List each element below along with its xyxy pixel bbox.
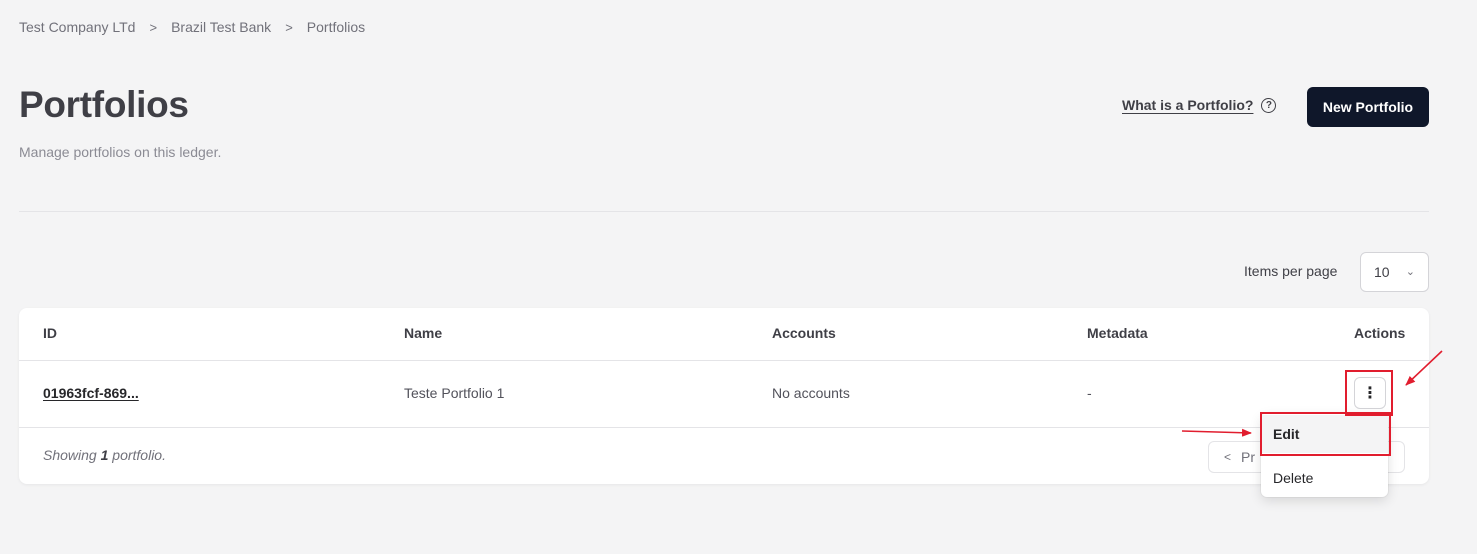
column-header-actions: Actions xyxy=(1354,325,1406,341)
column-header-metadata: Metadata xyxy=(1087,325,1148,341)
menu-item-delete[interactable]: Delete xyxy=(1261,459,1388,497)
chevron-left-icon: < xyxy=(1224,450,1232,464)
items-per-page-value: 10 xyxy=(1374,264,1390,280)
items-per-page-select[interactable]: 10 ⌄ xyxy=(1360,252,1429,292)
portfolio-id-link[interactable]: 01963fcf-869... xyxy=(43,385,139,401)
help-link-label[interactable]: What is a Portfolio? xyxy=(1122,97,1253,113)
new-portfolio-button[interactable]: New Portfolio xyxy=(1307,87,1429,127)
row-actions-menu: Edit Delete xyxy=(1261,413,1388,497)
portfolio-name-cell: Teste Portfolio 1 xyxy=(404,385,505,401)
what-is-portfolio-link[interactable]: What is a Portfolio? ? xyxy=(1122,97,1277,113)
row-divider xyxy=(19,427,1429,428)
previous-page-label: Pr xyxy=(1241,449,1256,465)
chevron-down-icon: ⌄ xyxy=(1405,266,1415,278)
page-subtitle: Manage portfolios on this ledger. xyxy=(19,144,222,160)
row-actions-button[interactable]: ⋮ xyxy=(1354,377,1386,409)
portfolio-metadata-cell: - xyxy=(1087,385,1092,401)
column-header-name: Name xyxy=(404,325,443,341)
help-circle-icon[interactable]: ? xyxy=(1261,97,1277,113)
page-title: Portfolios xyxy=(19,84,189,125)
results-count: Showing 1 portfolio. xyxy=(43,447,166,463)
chevron-right-icon: > xyxy=(285,19,293,35)
breadcrumb-item-bank[interactable]: Brazil Test Bank xyxy=(171,19,271,35)
header-divider xyxy=(19,211,1429,212)
portfolio-accounts-cell: No accounts xyxy=(772,385,850,401)
menu-item-edit[interactable]: Edit xyxy=(1261,415,1388,453)
column-header-accounts: Accounts xyxy=(772,325,836,341)
breadcrumb: Test Company LTd > Brazil Test Bank > Po… xyxy=(19,19,365,35)
more-vertical-icon: ⋮ xyxy=(1362,385,1378,402)
header-row-divider xyxy=(19,360,1429,361)
chevron-right-icon: > xyxy=(149,19,158,35)
items-per-page-label: Items per page xyxy=(1244,263,1338,279)
column-header-id: ID xyxy=(43,325,57,341)
breadcrumb-item-portfolios[interactable]: Portfolios xyxy=(307,19,365,35)
breadcrumb-item-company[interactable]: Test Company LTd xyxy=(19,19,135,35)
portfolios-table: ID Name Accounts Metadata Actions 01963f… xyxy=(19,308,1429,484)
